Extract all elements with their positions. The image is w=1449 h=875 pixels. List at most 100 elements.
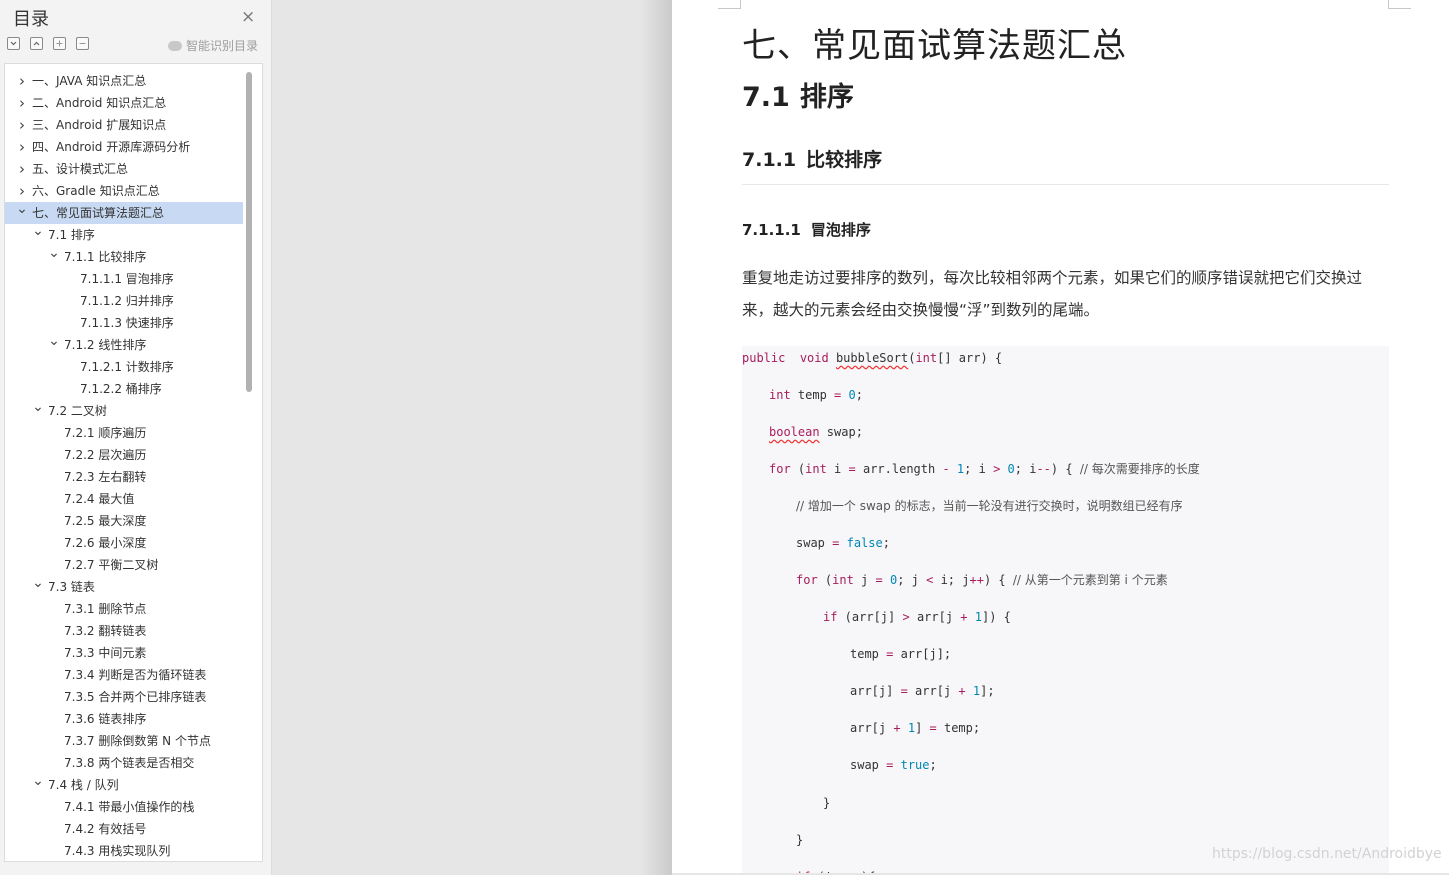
chevron-right-icon[interactable]: › (16, 180, 28, 202)
document-page: 七、常见面试算法题汇总 7.1 排序 7.1.1 比较排序 7.1.1.1 冒泡排序 … (672, 0, 1449, 873)
code-token: // 增加一个 swap 的标志，当前一轮没有进行交换时，说明数组已经有序 (796, 499, 1183, 513)
code-line: swap = false; (796, 535, 890, 551)
toc-item[interactable]: 7.3.3 中间元素 (5, 642, 243, 664)
toc-item[interactable]: ⌄ 7.1.1 比较排序 (5, 246, 243, 268)
chevron-down-icon[interactable]: ⌄ (32, 576, 44, 598)
toc-item[interactable]: ⌄ 7.1.2 线性排序 (5, 334, 243, 356)
watermark: https://blog.csdn.net/Androidbye (1212, 846, 1442, 862)
code-line: if (!swap){ (796, 869, 875, 873)
toc-item[interactable]: 7.3.6 链表排序 (5, 708, 243, 730)
toc-item-label: 7.2.4 最大值 (64, 492, 135, 506)
chevron-down-icon[interactable]: ⌄ (48, 246, 60, 268)
code-token: temp (850, 647, 887, 661)
toc-item[interactable]: › 二、Android 知识点汇总 (5, 92, 243, 114)
chevron-down-icon[interactable]: ⌄ (32, 774, 44, 796)
code-token: if (796, 870, 810, 873)
toc-scrollbar[interactable] (245, 70, 253, 854)
toc-item[interactable]: 7.3.4 判断是否为循环链表 (5, 664, 243, 686)
chevron-right-icon[interactable]: › (16, 92, 28, 114)
code-line: } (796, 832, 803, 848)
chevron-down-icon[interactable]: ⌄ (48, 334, 60, 356)
toc-item[interactable]: › 三、Android 扩展知识点 (5, 114, 243, 136)
toc-item-label: 7.1.2.2 桶排序 (80, 382, 162, 396)
toc-item[interactable]: 7.4.3 用栈实现队列 (5, 840, 243, 861)
code-token: ( (790, 462, 806, 476)
toc-item-label: 7.3.7 删除倒数第 N 个节点 (64, 734, 211, 748)
code-token: } (823, 796, 831, 810)
add-item-icon[interactable] (53, 37, 66, 50)
smart-toc-button[interactable]: 智能识别目录 (168, 37, 258, 54)
chevron-down-icon[interactable]: ⌄ (32, 400, 44, 422)
toc-item[interactable]: 7.3.8 两个链表是否相交 (5, 752, 243, 774)
code-line: arr[j + 1] = temp; (850, 720, 980, 736)
toc-item[interactable]: 7.2.5 最大深度 (5, 510, 243, 532)
toc-scrollbar-thumb[interactable] (246, 72, 252, 392)
code-token: ; i (964, 462, 994, 476)
toc-item[interactable]: 7.2.1 顺序遍历 (5, 422, 243, 444)
toc-item[interactable]: 7.1.2.1 计数排序 (5, 356, 243, 378)
toc-item[interactable]: ⌄ 7.2 二叉树 (5, 400, 243, 422)
code-token: arr[j (909, 610, 961, 624)
heading-4-number: 7.1.1.1 (742, 221, 801, 239)
toc-item[interactable]: › 六、Gradle 知识点汇总 (5, 180, 243, 202)
toc-item[interactable]: ⌄ 7.1 排序 (5, 224, 243, 246)
toc-item-label: 7.3.3 中间元素 (64, 646, 147, 660)
toc-item[interactable]: 7.2.2 层次遍历 (5, 444, 243, 466)
code-line: int temp = 0; (769, 387, 863, 403)
code-token: true (900, 758, 930, 772)
toc-item[interactable]: 7.1.1.2 归并排序 (5, 290, 243, 312)
code-line: // 增加一个 swap 的标志，当前一轮没有进行交换时，说明数组已经有序 (796, 498, 1183, 514)
code-token: j (853, 573, 876, 587)
chevron-right-icon[interactable]: › (16, 114, 28, 136)
toc-item[interactable]: 7.3.5 合并两个已排序链表 (5, 686, 243, 708)
toc-item[interactable]: 7.2.6 最小深度 (5, 532, 243, 554)
toc-item[interactable]: 7.1.1.1 冒泡排序 (5, 268, 243, 290)
chevron-right-icon[interactable]: › (16, 70, 28, 92)
chevron-down-icon[interactable]: ⌄ (16, 202, 28, 224)
toc-item[interactable]: 7.3.2 翻转链表 (5, 620, 243, 642)
toc-item[interactable]: 7.2.7 平衡二叉树 (5, 554, 243, 576)
heading-2: 7.1 排序 (742, 75, 854, 114)
code-token: arr[j (907, 684, 959, 698)
toc-item[interactable]: › 一、JAVA 知识点汇总 (5, 70, 243, 92)
toc-item[interactable]: ⌄ 七、常见面试算法题汇总 (5, 202, 243, 224)
toc-item[interactable]: 7.2.3 左右翻转 (5, 466, 243, 488)
chevron-right-icon[interactable]: › (16, 158, 28, 180)
chevron-right-icon[interactable]: › (16, 136, 28, 158)
toc-item-label: 三、Android 扩展知识点 (32, 118, 167, 132)
code-token: arr[j]; (893, 647, 952, 661)
toc-item[interactable]: 7.4.2 有效括号 (5, 818, 243, 840)
close-icon[interactable]: × (241, 7, 255, 27)
code-token: int (769, 388, 791, 402)
code-line: arr[j] = arr[j + 1]; (850, 683, 995, 699)
toc-item[interactable]: 7.3.1 删除节点 (5, 598, 243, 620)
toc-item[interactable]: ⌄ 7.4 栈 / 队列 (5, 774, 243, 796)
remove-item-icon[interactable] (76, 37, 89, 50)
code-token: (!swap){ (810, 870, 876, 873)
toc-item-label: 7.2.3 左右翻转 (64, 470, 147, 484)
toc-item[interactable]: 7.1.2.2 桶排序 (5, 378, 243, 400)
code-token: i (826, 462, 849, 476)
code-token: ; j (897, 573, 927, 587)
toc-title: 目录 (13, 9, 49, 30)
code-token: void (799, 351, 829, 365)
toc-item-label: 五、设计模式汇总 (32, 162, 129, 176)
toc-item[interactable]: 7.3.7 删除倒数第 N 个节点 (5, 730, 243, 752)
code-token: temp; (936, 721, 981, 735)
expand-all-icon[interactable] (30, 37, 43, 50)
toc-item-label: 7.3.4 判断是否为循环链表 (64, 668, 207, 682)
toc-item[interactable]: 7.4.1 带最小值操作的栈 (5, 796, 243, 818)
collapse-all-icon[interactable] (7, 37, 20, 50)
toc-item[interactable]: 7.2.4 最大值 (5, 488, 243, 510)
code-token: ] (915, 721, 930, 735)
chevron-down-icon[interactable]: ⌄ (32, 224, 44, 246)
toc-item[interactable]: › 四、Android 开源库源码分析 (5, 136, 243, 158)
toc-item[interactable]: › 五、设计模式汇总 (5, 158, 243, 180)
toc-item-label: 七、常见面试算法题汇总 (32, 206, 165, 220)
toc-item[interactable]: ⌄ 7.3 链表 (5, 576, 243, 598)
toc-item[interactable]: 7.1.1.3 快速排序 (5, 312, 243, 334)
